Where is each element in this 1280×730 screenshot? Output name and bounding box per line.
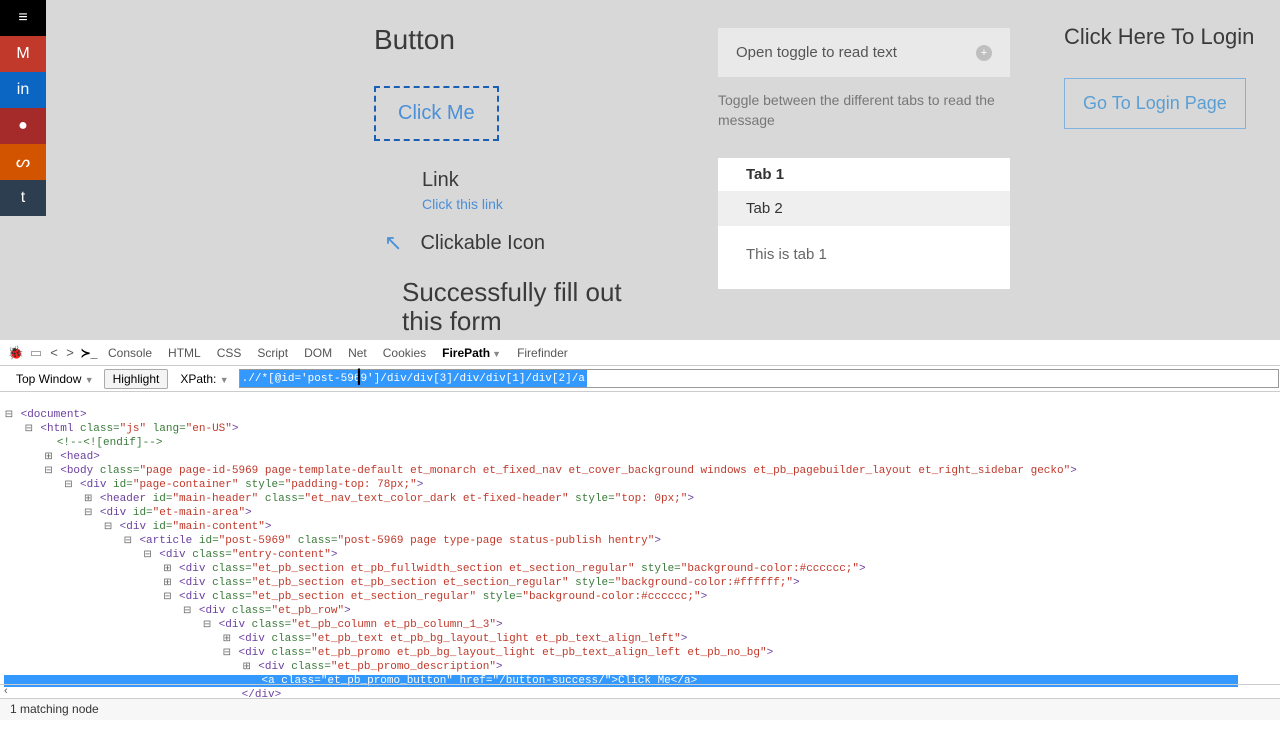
tab-console[interactable]: Console	[100, 342, 160, 364]
tab-net[interactable]: Net	[340, 342, 375, 364]
command-icon[interactable]: ≻_	[78, 346, 100, 360]
column-login: Click Here To Login Go To Login Page	[1064, 24, 1274, 129]
clickable-icon-label: Clickable Icon	[420, 232, 545, 255]
login-button[interactable]: Go To Login Page	[1064, 78, 1246, 129]
xpath-selection: .//*[@id='post-5969']/div/div[3]/div/div…	[240, 370, 587, 387]
click-me-button[interactable]: Click Me	[374, 86, 499, 141]
tab-firepath[interactable]: FirePath▼	[434, 342, 509, 364]
login-heading: Click Here To Login	[1064, 24, 1274, 50]
tab-2[interactable]: Tab 2	[718, 192, 1010, 226]
button-heading: Button	[374, 24, 674, 56]
xpath-input[interactable]: .//*[@id='post-5969']/div/div[3]/div/div…	[239, 369, 1279, 388]
plus-icon[interactable]: +	[976, 45, 992, 61]
column-button: Button Click Me Link Click this link ↖ C…	[374, 24, 674, 335]
tumblr-icon[interactable]: t	[0, 180, 46, 216]
tab-dom[interactable]: DOM	[296, 342, 340, 364]
stumbleupon-icon[interactable]: ᔕ	[0, 144, 46, 180]
tab-script[interactable]: Script	[249, 342, 296, 364]
tab-css[interactable]: CSS	[209, 342, 250, 364]
tab-firefinder[interactable]: Firefinder	[509, 342, 576, 364]
tabs-container: Tab 1 Tab 2 This is tab 1	[718, 158, 1010, 289]
back-icon[interactable]: <	[46, 345, 62, 360]
xpath-label: XPath: ▼	[180, 372, 228, 386]
tab-content: This is tab 1	[718, 226, 1010, 289]
tab-1[interactable]: Tab 1	[718, 158, 1010, 192]
devtools-tabbar: 🐞 ▭ < > ≻_ Console HTML CSS Script DOM N…	[0, 340, 1280, 366]
linkedin-icon[interactable]: in	[0, 72, 46, 108]
toggle-title: Open toggle to read text	[736, 44, 897, 61]
firepath-toolbar: Top Window ▼ Highlight XPath: ▼ .//*[@id…	[0, 366, 1280, 392]
firebug-icon[interactable]: 🐞	[6, 345, 26, 361]
highlight-button[interactable]: Highlight	[104, 369, 169, 389]
tab-html[interactable]: HTML	[160, 342, 209, 364]
devtools-status: 1 matching node	[0, 698, 1280, 720]
top-window-dropdown[interactable]: Top Window ▼	[12, 370, 98, 388]
toggle-description: Toggle between the different tabs to rea…	[718, 91, 1010, 130]
reddit-icon[interactable]: ●	[0, 108, 46, 144]
devtools-footer: ‹	[0, 684, 1280, 698]
buffer-icon[interactable]: ≡	[0, 0, 46, 36]
devtools-panel: 🐞 ▭ < > ≻_ Console HTML CSS Script DOM N…	[0, 340, 1280, 720]
dom-tree[interactable]: ⊟ <document> ⊟ <html class="js" lang="en…	[0, 392, 1280, 730]
link-heading: Link	[422, 169, 674, 192]
forward-icon[interactable]: >	[62, 345, 78, 360]
social-sidebar: ≡ M in ● ᔕ t	[0, 0, 46, 216]
click-this-link[interactable]: Click this link	[422, 196, 674, 212]
toggle-box[interactable]: Open toggle to read text +	[718, 28, 1010, 77]
gmail-icon[interactable]: M	[0, 36, 46, 72]
tab-cookies[interactable]: Cookies	[375, 342, 434, 364]
cursor-icon[interactable]: ↖	[384, 230, 402, 256]
column-toggle: Open toggle to read text + Toggle betwee…	[718, 28, 1010, 289]
form-heading: Successfully fill out this form	[402, 278, 622, 335]
inspect-icon[interactable]: ▭	[26, 345, 46, 361]
page-content: ≡ M in ● ᔕ t Button Click Me Link Click …	[0, 0, 1280, 340]
